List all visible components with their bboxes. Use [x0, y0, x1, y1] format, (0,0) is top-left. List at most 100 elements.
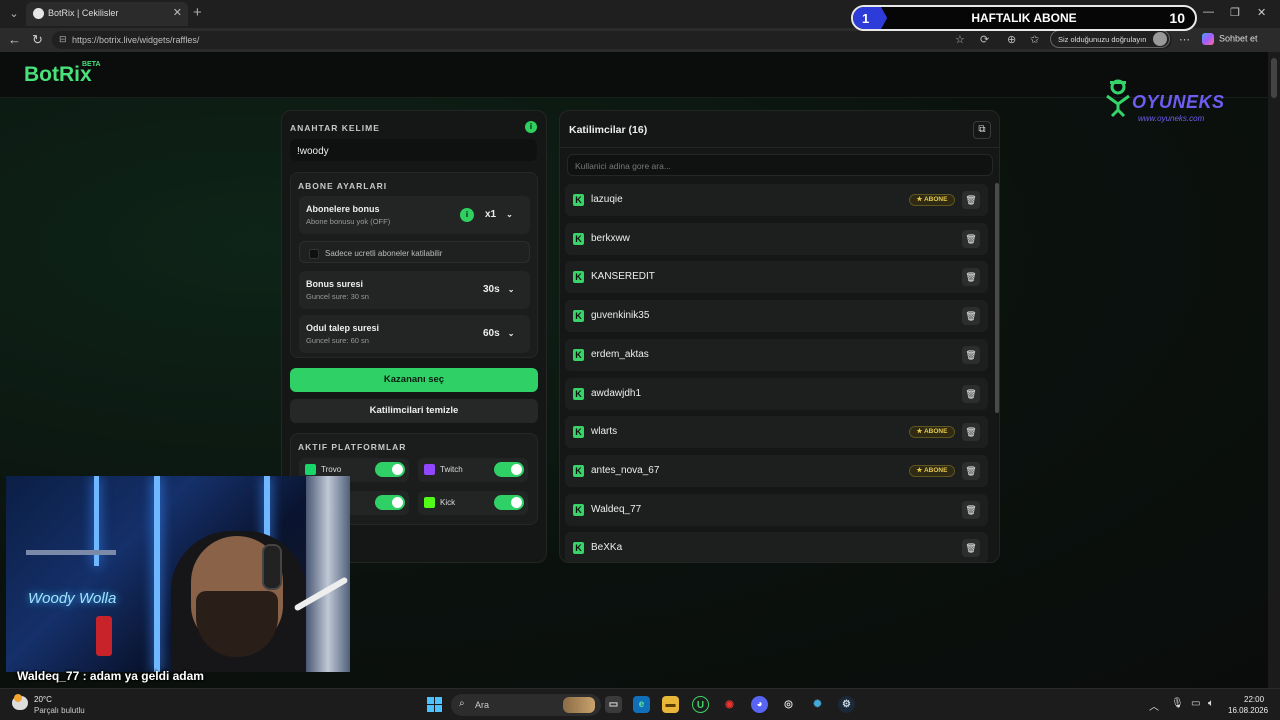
trash-icon[interactable]: 🗑︎ [962, 268, 980, 287]
participant-name: erdem_aktas [591, 348, 649, 360]
verify-label: Siz olduğunuzu doğrulayın [1058, 35, 1147, 44]
star-icon: ★ [916, 196, 924, 203]
chat-button[interactable]: Sohbet et [1202, 33, 1258, 45]
participant-row: Kantes_nova_67 ★ ABONE 🗑︎ [565, 454, 988, 487]
kick-toggle[interactable] [494, 495, 524, 510]
sponsor-brand: OYUNEKS [1132, 92, 1225, 112]
webcam-overlay: Woody Wolla [6, 476, 350, 672]
tray-chevron-up-icon[interactable]: ︿ [1149, 698, 1159, 713]
participant-row: Kwlarts ★ ABONE 🗑︎ [565, 416, 988, 449]
participants-title: Katilimcilar (16) [569, 124, 648, 136]
platform-name: Trovo [321, 465, 342, 474]
discord-icon[interactable]: ◕ [751, 696, 768, 713]
weather-temperature[interactable]: 20°C [34, 695, 52, 704]
youtube-toggle[interactable] [375, 495, 405, 510]
maximize-icon[interactable]: ❐ [1230, 6, 1240, 19]
trash-icon[interactable]: 🗑︎ [962, 345, 980, 364]
app-red-icon[interactable]: ◉ [721, 696, 738, 713]
sub-bonus-select[interactable]: x1 ⌄ [485, 209, 513, 220]
app-u-icon[interactable]: U [692, 696, 709, 713]
participant-name: antes_nova_67 [591, 464, 660, 476]
star-icon: ★ [916, 428, 924, 436]
trash-icon[interactable]: 🗑︎ [962, 191, 980, 209]
twitch-toggle[interactable] [494, 462, 524, 477]
goal-target: 10 [1169, 10, 1185, 26]
kick-icon: K [573, 503, 584, 516]
claim-time-select[interactable]: 60s ⌄ [483, 328, 514, 339]
site-info-icon[interactable]: ⊟ [59, 34, 67, 45]
trash-icon[interactable]: 🗑︎ [962, 229, 980, 248]
keyword-input[interactable]: !woody [290, 139, 537, 161]
task-view-icon[interactable]: ▭ [605, 696, 622, 713]
microphone-icon[interactable]: 🎙︎ [1171, 698, 1184, 709]
profile-avatar [1153, 32, 1167, 46]
subscriber-badge-label: ABONE [923, 428, 948, 436]
tab-close-icon[interactable]: ✕ [173, 6, 182, 19]
trovo-toggle[interactable] [375, 462, 405, 477]
trash-icon[interactable]: 🗑︎ [962, 461, 980, 480]
clock-date[interactable]: 16.08.2026 [1228, 706, 1268, 715]
trash-icon[interactable]: 🗑︎ [962, 539, 980, 558]
clock-time[interactable]: 22:00 [1244, 695, 1264, 704]
trash-icon[interactable]: 🗑︎ [962, 423, 980, 442]
favorite-star-icon[interactable]: ☆ [955, 33, 965, 46]
windows-start-icon[interactable] [427, 697, 442, 712]
participant-name: lazuqie [591, 194, 623, 205]
chevron-down-icon: ⌄ [507, 329, 515, 338]
clear-participants-button[interactable]: Katilimcilari temizle [290, 399, 538, 423]
file-explorer-icon[interactable]: ▬ [662, 696, 679, 713]
paid-only-row[interactable]: Sadece ucretli aboneler katilabilir [299, 241, 530, 263]
platform-name: Twitch [440, 465, 463, 474]
copy-icon[interactable]: ⧉ [973, 121, 991, 139]
address-bar[interactable]: ⊟ https://botrix.live/widgets/raffles/ [52, 31, 1172, 49]
favorites-icon[interactable]: ✩ [1030, 33, 1039, 46]
kick-icon: K [573, 194, 584, 206]
new-tab-icon[interactable]: + [193, 4, 202, 21]
chatgpt-icon[interactable]: ✺ [809, 696, 826, 713]
steam-icon[interactable]: ⚙ [838, 696, 855, 713]
trash-icon[interactable]: 🗑︎ [962, 500, 980, 519]
minimize-icon[interactable]: — [1203, 6, 1214, 18]
participant-row: Klazuqie ★ ABONE 🗑︎ [565, 184, 988, 216]
network-icon[interactable]: ▭ [1191, 698, 1200, 709]
verify-identity-button[interactable]: Siz olduğunuzu doğrulayın [1050, 30, 1170, 48]
taskbar-search[interactable]: ⌕ Ara [451, 694, 601, 716]
tracking-icon[interactable]: ⊕ [1007, 33, 1016, 46]
paid-only-checkbox[interactable] [309, 249, 319, 259]
back-arrow-icon[interactable]: ← [8, 32, 21, 47]
browser-tab[interactable]: BotRix | Cekilisler ✕ [26, 2, 188, 26]
participant-row: Kguvenkinik35 🗑︎ [565, 300, 988, 333]
tab-actions-chevron-icon[interactable]: ⌄ [4, 4, 24, 24]
obs-icon[interactable]: ◎ [780, 696, 797, 713]
page-scrollbar[interactable] [1268, 52, 1280, 688]
subscriber-badge: ★ ABONE [909, 464, 955, 477]
edge-icon[interactable]: e [633, 696, 650, 713]
kick-icon: K [573, 271, 584, 284]
platform-name: Kick [440, 498, 456, 507]
trovo-icon [305, 464, 316, 475]
trash-icon[interactable]: 🗑︎ [962, 384, 980, 403]
participant-list-scrollbar[interactable] [995, 183, 999, 413]
bonus-time-select[interactable]: 30s ⌄ [483, 284, 514, 295]
participant-search-input[interactable]: Kullanici adina gore ara... [567, 154, 993, 176]
chat-message-overlay: Waldeq_77 : adam ya geldi adam [17, 669, 204, 683]
more-options-icon[interactable]: ⋯ [1179, 33, 1190, 46]
paid-only-label: Sadece ucretli aboneler katilabilir [325, 249, 443, 258]
page-scrollbar-thumb[interactable] [1271, 58, 1277, 98]
search-icon: ⌕ [459, 698, 465, 709]
info-icon[interactable]: i [525, 121, 537, 133]
pick-winner-button[interactable]: Kazananı seç [290, 368, 538, 392]
participant-name: berkxww [591, 232, 630, 244]
extension-icon[interactable]: ⟳ [980, 33, 989, 46]
volume-icon[interactable]: 🔈︎ [1208, 698, 1214, 709]
sub-bonus-subtitle: Abone bonusu yok (OFF) [306, 217, 391, 226]
window-close-icon[interactable]: ✕ [1257, 6, 1266, 19]
participants-card: Katilimcilar (16) ⧉ Kullanici adina gore… [559, 110, 1000, 563]
sub-bonus-info-icon[interactable]: i [460, 208, 474, 222]
participant-name: Waldeq_77 [591, 503, 642, 515]
weather-description[interactable]: Parçalı bulutlu [34, 706, 85, 715]
participant-name: BeXKa [591, 542, 623, 554]
reload-icon[interactable]: ↻ [32, 32, 43, 48]
trash-icon[interactable]: 🗑︎ [962, 307, 980, 326]
participant-name: guvenkinik35 [591, 310, 650, 322]
